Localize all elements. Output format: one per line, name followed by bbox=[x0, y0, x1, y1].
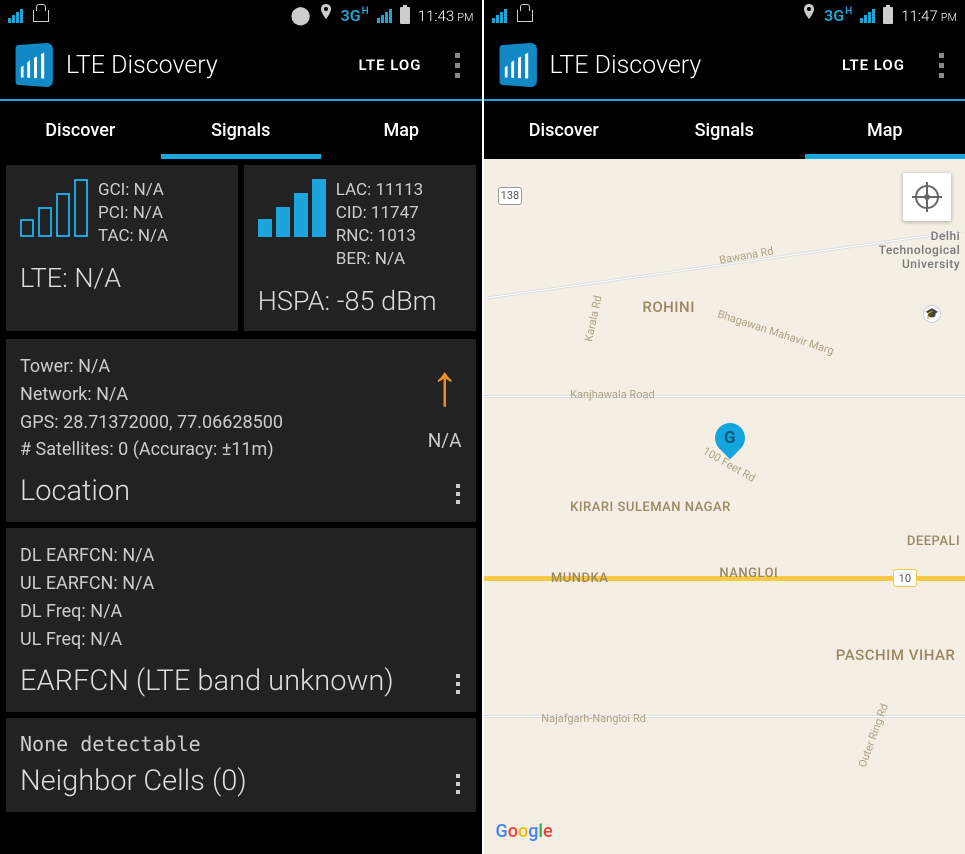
status-bar: ⬤ 3GH 11:43PM bbox=[0, 0, 482, 31]
network-type: 3GH bbox=[824, 6, 852, 25]
clock: 11:43PM bbox=[418, 7, 474, 25]
card-menu-icon[interactable] bbox=[456, 484, 460, 504]
neighbor-cells-card[interactable]: None detectable Neighbor Cells (0) bbox=[6, 718, 476, 812]
gallery-icon bbox=[517, 10, 533, 22]
map-view[interactable]: ROHINI KIRARI SULEMAN NAGAR NANGLOI MUND… bbox=[484, 159, 965, 854]
app-title: LTE Discovery bbox=[66, 51, 218, 80]
network-type: 3GH bbox=[341, 6, 369, 25]
location-title: Location bbox=[20, 474, 462, 508]
signal-icon bbox=[377, 9, 392, 23]
lte-log-button[interactable]: LTE LOG bbox=[830, 48, 917, 82]
battery-icon bbox=[400, 7, 410, 24]
area-label: PASCHIM VIHAR bbox=[836, 646, 956, 664]
gallery-icon bbox=[33, 10, 49, 22]
clock: 11:47PM bbox=[901, 7, 957, 25]
neighbor-none: None detectable bbox=[20, 732, 462, 756]
signal-icon bbox=[8, 9, 23, 23]
road-label: Najafgarh-Nangloi Rd bbox=[541, 712, 646, 725]
lte-signal: LTE: N/A bbox=[20, 262, 224, 294]
hspa-card[interactable]: LAC: 11113CID: 11747RNC: 1013BER: N/A HS… bbox=[244, 165, 476, 331]
area-label: ROHINI bbox=[642, 298, 695, 316]
overflow-menu-icon[interactable] bbox=[931, 43, 951, 88]
card-menu-icon[interactable] bbox=[456, 774, 460, 794]
app-title: LTE Discovery bbox=[550, 51, 702, 80]
earfcn-card[interactable]: DL EARFCN: N/AUL EARFCN: N/A DL Freq: N/… bbox=[6, 528, 476, 712]
signal-bars-icon bbox=[258, 179, 326, 237]
location-card[interactable]: Tower: N/ANetwork: N/A GPS: 28.71372000,… bbox=[6, 339, 476, 523]
tab-signals[interactable]: Signals bbox=[161, 101, 322, 159]
battery-icon bbox=[883, 7, 893, 24]
arrow-up-icon: ↑ bbox=[428, 363, 462, 409]
signal-icon bbox=[860, 9, 875, 23]
hspa-info: LAC: 11113CID: 11747RNC: 1013BER: N/A bbox=[336, 179, 423, 271]
phone-left: ⬤ 3GH 11:43PM LTE Discovery LTE LOG Disc… bbox=[0, 0, 482, 854]
overflow-menu-icon[interactable] bbox=[448, 43, 468, 88]
card-menu-icon[interactable] bbox=[456, 674, 460, 694]
tab-bar: Discover Signals Map bbox=[0, 101, 482, 159]
neighbor-title: Neighbor Cells (0) bbox=[20, 764, 462, 798]
road-label: Outer Ring Rd bbox=[856, 702, 891, 769]
earfcn-info: DL EARFCN: N/AUL EARFCN: N/A DL Freq: N/… bbox=[20, 542, 462, 654]
google-logo: Google bbox=[496, 821, 553, 842]
app-bar: LTE Discovery LTE LOG bbox=[484, 31, 965, 99]
app-logo-icon bbox=[499, 43, 536, 88]
signal-bars-icon bbox=[20, 179, 88, 237]
tab-map[interactable]: Map bbox=[321, 101, 482, 159]
lte-card[interactable]: GCI: N/APCI: N/ATAC: N/A LTE: N/A bbox=[6, 165, 238, 331]
tab-signals[interactable]: Signals bbox=[644, 101, 805, 159]
location-icon: ⬤ bbox=[290, 5, 310, 26]
area-label: DEEPALI bbox=[907, 534, 960, 549]
signals-content: GCI: N/APCI: N/ATAC: N/A LTE: N/A LAC: 1… bbox=[0, 159, 482, 854]
road-label: Bawana Rd bbox=[719, 245, 775, 267]
earfcn-title: EARFCN (LTE band unknown) bbox=[20, 664, 462, 698]
locate-button[interactable] bbox=[903, 173, 951, 221]
direction-indicator: ↑ N/A bbox=[428, 363, 462, 452]
route-shield: 10 bbox=[893, 569, 917, 587]
app-logo-icon bbox=[16, 43, 53, 88]
signal-icon bbox=[492, 9, 507, 23]
location-info: Tower: N/ANetwork: N/A GPS: 28.71372000,… bbox=[20, 353, 462, 465]
tab-discover[interactable]: Discover bbox=[0, 101, 161, 159]
poi-label: Delhi Technological University bbox=[870, 229, 960, 271]
lte-info: GCI: N/APCI: N/ATAC: N/A bbox=[98, 179, 168, 248]
road-label: Karala Rd bbox=[582, 294, 604, 342]
tab-bar: Discover Signals Map bbox=[484, 101, 965, 159]
phone-right: 3GH 11:47PM LTE Discovery LTE LOG Discov… bbox=[484, 0, 965, 854]
hspa-signal: HSPA: -85 dBm bbox=[258, 285, 462, 317]
road-label: Kanjhawala Road bbox=[570, 388, 655, 401]
area-label: KIRARI SULEMAN NAGAR bbox=[570, 500, 731, 517]
app-bar: LTE Discovery LTE LOG bbox=[0, 31, 482, 99]
area-label: NANGLOI bbox=[719, 566, 778, 581]
route-shield: 138 bbox=[498, 187, 522, 205]
status-bar: 3GH 11:47PM bbox=[484, 0, 965, 31]
tab-map[interactable]: Map bbox=[805, 101, 965, 159]
tab-discover[interactable]: Discover bbox=[484, 101, 645, 159]
road-label: Bhagawan Mahavir Marg bbox=[716, 307, 836, 357]
poi-icon: 🎓 bbox=[923, 305, 941, 323]
area-label: MUNDKA bbox=[551, 571, 608, 586]
lte-log-button[interactable]: LTE LOG bbox=[347, 48, 434, 82]
